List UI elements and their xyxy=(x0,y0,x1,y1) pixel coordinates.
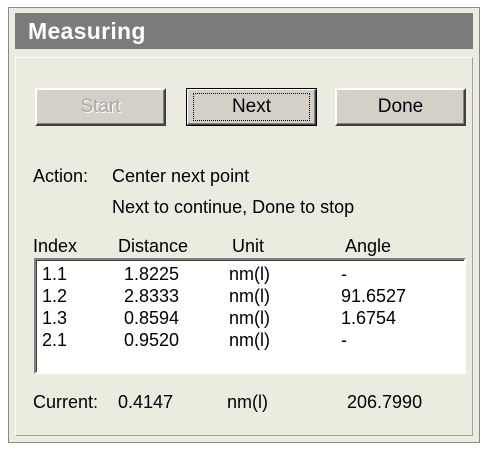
row-distance: 1.8225 xyxy=(124,264,180,284)
row-index: 1.3 xyxy=(42,308,68,328)
row-angle: - xyxy=(341,264,347,284)
measurement-list[interactable]: 1.1 1.8225 nm(l) - 1.2 2.8333 nm(l) 91.6… xyxy=(34,258,466,374)
action-instruction: Center next point xyxy=(112,166,250,186)
row-index: 2.1 xyxy=(42,330,68,350)
row-unit: nm(l) xyxy=(229,330,270,350)
action-label: Action: xyxy=(33,166,89,186)
start-button-label: Start xyxy=(80,96,121,117)
row-angle: 91.6527 xyxy=(341,286,407,306)
dialog-title: Measuring xyxy=(15,13,473,49)
action-hint: Next to continue, Done to stop xyxy=(112,197,355,217)
table-row[interactable]: 2.1 0.9520 nm(l) - xyxy=(36,330,464,353)
column-header-index: Index xyxy=(33,236,78,256)
next-button[interactable]: Next xyxy=(186,88,317,126)
current-distance: 0.4147 xyxy=(118,392,174,412)
row-unit: nm(l) xyxy=(229,264,270,284)
row-unit: nm(l) xyxy=(229,308,270,328)
column-header-angle: Angle xyxy=(345,236,392,256)
table-row[interactable]: 1.2 2.8333 nm(l) 91.6527 xyxy=(36,286,464,309)
row-distance: 0.8594 xyxy=(124,308,180,328)
current-unit: nm(l) xyxy=(227,392,268,412)
row-index: 1.2 xyxy=(42,286,68,306)
measuring-dialog: Measuring xyxy=(8,7,480,443)
table-row[interactable]: 1.1 1.8225 nm(l) - xyxy=(36,264,464,287)
row-distance: 0.9520 xyxy=(124,330,180,350)
row-index: 1.1 xyxy=(42,264,68,284)
row-unit: nm(l) xyxy=(229,286,270,306)
row-angle: - xyxy=(341,330,347,350)
done-button-label: Done xyxy=(377,96,424,117)
done-button[interactable]: Done xyxy=(335,88,466,126)
table-row[interactable]: 1.3 0.8594 nm(l) 1.6754 xyxy=(36,308,464,331)
row-distance: 2.8333 xyxy=(124,286,180,306)
current-angle: 206.7990 xyxy=(347,392,423,412)
column-header-unit: Unit xyxy=(232,236,265,256)
next-button-label: Next xyxy=(192,93,311,121)
current-label: Current: xyxy=(33,392,99,412)
start-button[interactable]: Start xyxy=(35,88,166,126)
row-angle: 1.6754 xyxy=(341,308,397,328)
column-header-distance: Distance xyxy=(118,236,189,256)
